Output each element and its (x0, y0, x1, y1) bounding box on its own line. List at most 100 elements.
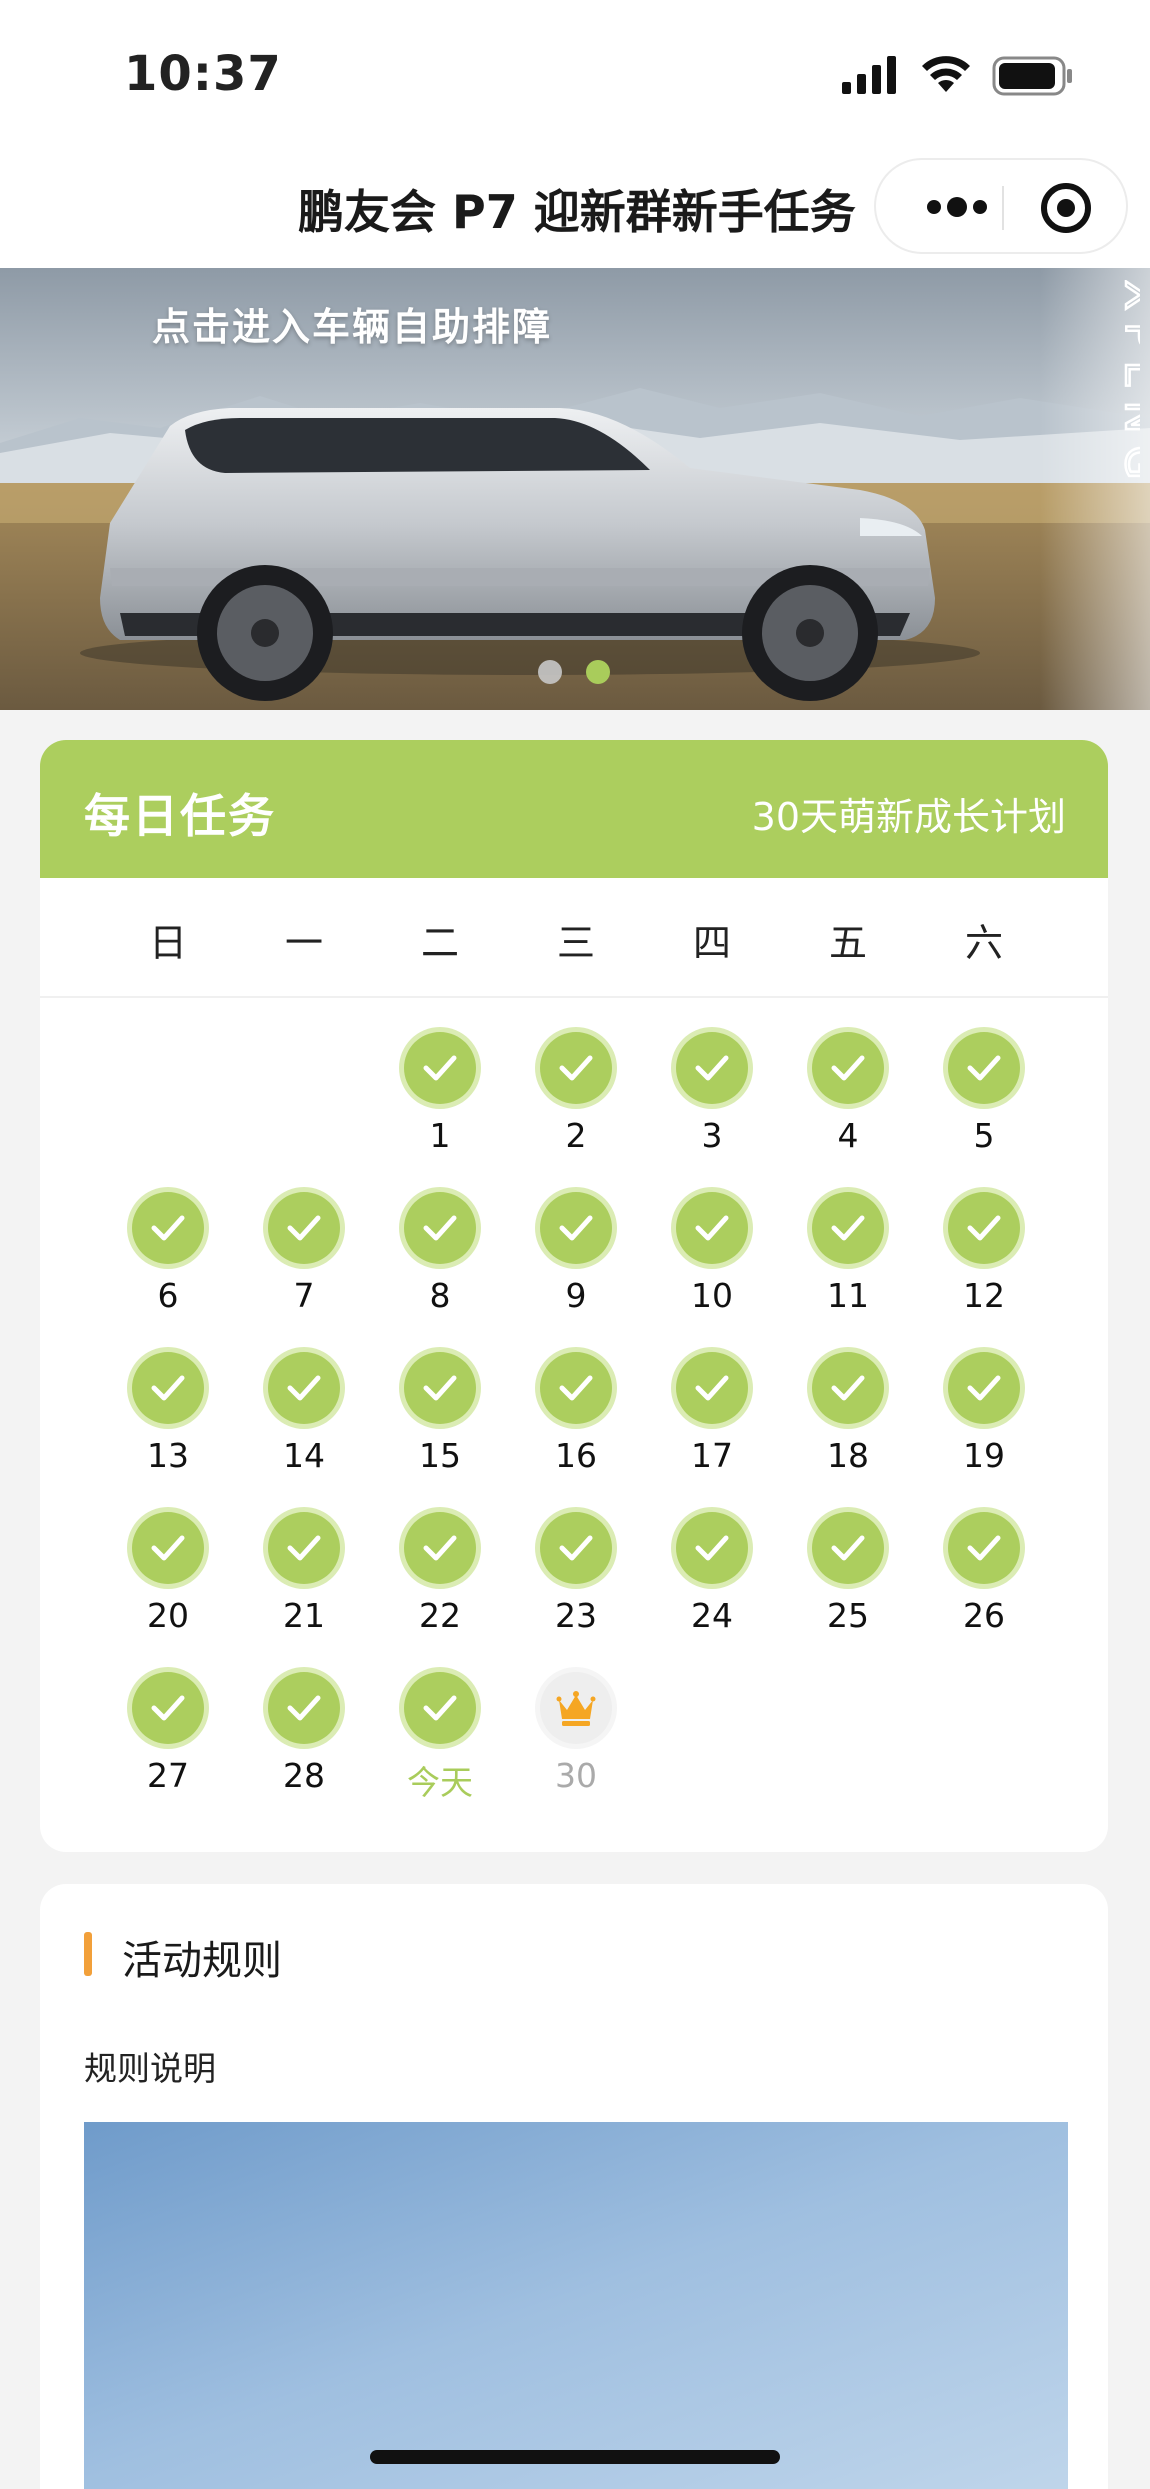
rules-title: 活动规则 (122, 1938, 282, 1984)
weekday-label: 二 (420, 921, 459, 965)
calendar-day[interactable]: 30 (521, 1672, 631, 1795)
check-icon (948, 1352, 1020, 1424)
weekday-label: 四 (692, 921, 731, 965)
carousel-dot[interactable] (538, 660, 562, 684)
check-icon (812, 1192, 884, 1264)
calendar-day[interactable]: 1 (385, 1032, 495, 1155)
day-label: 17 (691, 1436, 733, 1475)
check-icon (812, 1352, 884, 1424)
calendar-day[interactable]: 3 (657, 1032, 767, 1155)
daily-task-card: 每日任务 30天萌新成长计划 日一二三四五六 1 2 3 4 5 6 7 8 9 10 11 12 13… (40, 740, 1108, 1852)
check-icon (132, 1512, 204, 1584)
calendar-day[interactable]: 13 (113, 1352, 223, 1475)
check-icon (540, 1032, 612, 1104)
cellular-signal-icon (842, 56, 896, 94)
weekday-label: 一 (284, 921, 323, 965)
day-label: 30 (555, 1756, 597, 1795)
calendar-day[interactable]: 23 (521, 1512, 631, 1635)
day-label: 8 (429, 1276, 451, 1315)
calendar-day[interactable]: 10 (657, 1192, 767, 1315)
weekday-label: 日 (148, 921, 187, 965)
day-label: 16 (555, 1436, 597, 1475)
calendar-day[interactable]: 28 (249, 1672, 359, 1795)
calendar-day[interactable]: 2 (521, 1032, 631, 1155)
svg-text:XPENG: XPENG (1115, 280, 1140, 492)
day-label: 14 (283, 1436, 325, 1475)
calendar-day[interactable]: 25 (793, 1512, 903, 1635)
check-icon (132, 1192, 204, 1264)
calendar-day[interactable]: 27 (113, 1672, 223, 1795)
check-icon (404, 1512, 476, 1584)
section-accent-bar (84, 1932, 92, 1976)
calendar-day[interactable]: 18 (793, 1352, 903, 1475)
banner-carousel[interactable]: 点击进入车辆自助排障 XPENG (0, 268, 1150, 710)
day-label: 25 (827, 1596, 869, 1635)
calendar-day[interactable]: 8 (385, 1192, 495, 1315)
xpeng-logo-vertical: XPENG (1114, 280, 1140, 493)
day-label: 27 (147, 1756, 189, 1795)
check-icon (948, 1032, 1020, 1104)
day-label: 4 (837, 1116, 859, 1155)
day-label: 19 (963, 1436, 1005, 1475)
day-label: 5 (973, 1116, 995, 1155)
calendar-day[interactable]: 20 (113, 1512, 223, 1635)
day-label: 23 (555, 1596, 597, 1635)
mini-program-capsule (874, 158, 1128, 254)
calendar-day[interactable]: 16 (521, 1352, 631, 1475)
calendar-day[interactable]: 22 (385, 1512, 495, 1635)
check-icon (540, 1512, 612, 1584)
check-icon (132, 1672, 204, 1744)
calendar-day[interactable]: 14 (249, 1352, 359, 1475)
status-bar: 10:37 (0, 0, 1150, 150)
check-icon (676, 1192, 748, 1264)
calendar-day[interactable]: 4 (793, 1032, 903, 1155)
calendar-day[interactable]: 9 (521, 1192, 631, 1315)
day-label: 1 (429, 1116, 451, 1155)
task-header: 每日任务 30天萌新成长计划 (40, 740, 1108, 878)
calendar-day[interactable]: 26 (929, 1512, 1039, 1635)
carousel-dot-active[interactable] (586, 660, 610, 684)
target-circle-icon[interactable] (1038, 182, 1094, 234)
calendar-day[interactable]: 7 (249, 1192, 359, 1315)
day-label: 18 (827, 1436, 869, 1475)
page-title: 鹏友会 P7 迎新群新手任务 (298, 185, 856, 239)
day-label: 6 (157, 1276, 179, 1315)
day-label: 15 (419, 1436, 461, 1475)
calendar-day[interactable]: 今天 (385, 1672, 495, 1804)
status-time: 10:37 (124, 46, 282, 102)
check-icon (676, 1032, 748, 1104)
rules-image (84, 2122, 1068, 2489)
check-icon (404, 1672, 476, 1744)
task-title: 每日任务 (84, 789, 276, 843)
day-label: 28 (283, 1756, 325, 1795)
weekday-label: 六 (964, 921, 1003, 965)
check-icon (132, 1352, 204, 1424)
check-icon (268, 1672, 340, 1744)
calendar-day[interactable]: 6 (113, 1192, 223, 1315)
calendar-day[interactable]: 11 (793, 1192, 903, 1315)
rules-card: 活动规则 规则说明 (40, 1884, 1108, 2489)
check-icon (404, 1192, 476, 1264)
calendar-day[interactable]: 15 (385, 1352, 495, 1475)
check-icon (540, 1352, 612, 1424)
day-label: 7 (293, 1276, 315, 1315)
calendar-day[interactable]: 17 (657, 1352, 767, 1475)
check-icon (404, 1352, 476, 1424)
wifi-icon (922, 56, 970, 92)
day-label: 12 (963, 1276, 1005, 1315)
more-dots-icon[interactable] (912, 182, 1002, 232)
day-label: 3 (701, 1116, 723, 1155)
calendar-day[interactable]: 12 (929, 1192, 1039, 1315)
check-icon (268, 1512, 340, 1584)
check-icon (812, 1512, 884, 1584)
check-icon (948, 1192, 1020, 1264)
day-label: 10 (691, 1276, 733, 1315)
calendar-day[interactable]: 24 (657, 1512, 767, 1635)
weekday-row: 日一二三四五六 (40, 878, 1108, 998)
calendar-day[interactable]: 19 (929, 1352, 1039, 1475)
day-label: 9 (565, 1276, 587, 1315)
day-label: 21 (283, 1596, 325, 1635)
calendar-day[interactable]: 5 (929, 1032, 1039, 1155)
check-icon (404, 1032, 476, 1104)
calendar-day[interactable]: 21 (249, 1512, 359, 1635)
